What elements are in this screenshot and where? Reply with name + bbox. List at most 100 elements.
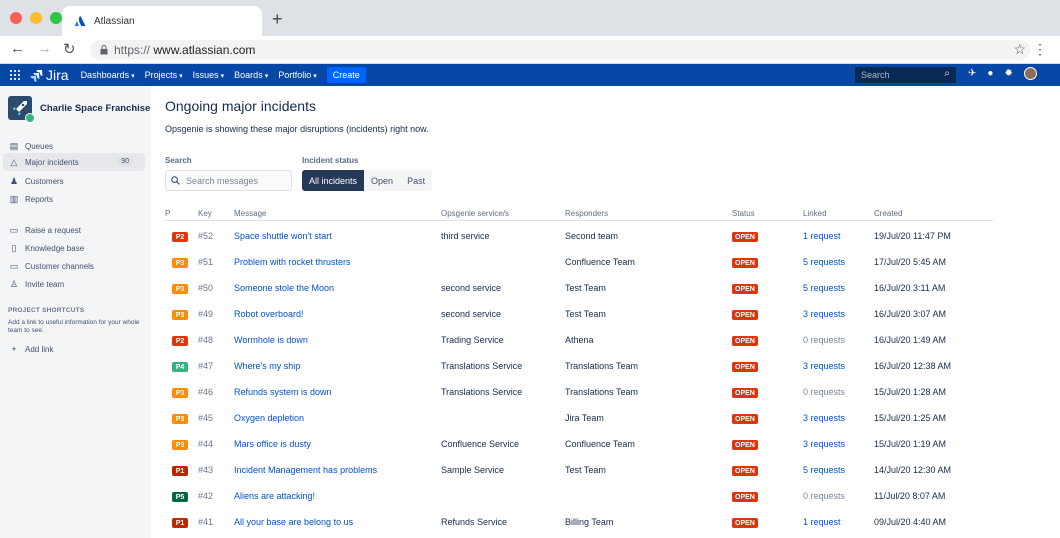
- status-badge: OPEN: [732, 284, 758, 294]
- status-badge: OPEN: [732, 492, 758, 502]
- sidebar-item-raise-request[interactable]: ▭ Raise a request: [3, 221, 145, 239]
- incident-message-link[interactable]: All your base are belong to us: [234, 517, 353, 527]
- responders: Test Team: [565, 309, 606, 319]
- sidebar-item-major-incidents[interactable]: △ Major incidents 90: [3, 153, 145, 171]
- linked-requests[interactable]: 3 requests: [803, 309, 845, 319]
- table-row[interactable]: P1 #43 Incident Management has problems Sam…: [165, 457, 993, 483]
- linked-requests[interactable]: 3 requests: [803, 413, 845, 423]
- bookmark-star-icon[interactable]: ☆: [1013, 41, 1026, 58]
- search-icon: ⌕: [944, 68, 950, 79]
- browser-tab[interactable]: Atlassian: [62, 6, 262, 36]
- close-window-button[interactable]: [10, 12, 22, 24]
- status-badge: OPEN: [732, 466, 758, 476]
- table-row[interactable]: P2 #48 Wormhole is down Trading Service Athe…: [165, 327, 993, 353]
- help-icon[interactable]: ●: [987, 68, 993, 80]
- url-field[interactable]: https:// www.atlassian.com: [90, 40, 1030, 60]
- menu-portfolio[interactable]: Portfolio ▾: [278, 70, 317, 80]
- linked-requests[interactable]: 3 requests: [803, 361, 845, 371]
- incident-key: #41: [198, 517, 214, 527]
- column-header-created[interactable]: Created: [874, 209, 902, 218]
- column-header-key[interactable]: Key: [198, 209, 212, 218]
- column-header-service[interactable]: Opsgenie service/s: [441, 209, 509, 218]
- responders: Translations Team: [565, 387, 639, 397]
- table-row[interactable]: P5 #42 Aliens are attacking! OPEN 0 requests…: [165, 483, 993, 509]
- incident-message-link[interactable]: Wormhole is down: [234, 335, 308, 345]
- incident-message-link[interactable]: Mars office is dusty: [234, 439, 311, 449]
- incident-message-link[interactable]: Oxygen depletion: [234, 413, 304, 423]
- table-row[interactable]: P3 #51 Problem with rocket thrusters Conflu…: [165, 249, 993, 275]
- reload-icon[interactable]: ↻: [63, 40, 76, 58]
- sidebar-item-customer-channels[interactable]: ▭ Customer channels: [3, 257, 145, 275]
- search-icon: [171, 176, 180, 185]
- column-header-message[interactable]: Message: [234, 209, 266, 218]
- jira-logo-text: Jira: [46, 67, 69, 83]
- table-row[interactable]: P3 #50 Someone stole the Moon second servic…: [165, 275, 993, 301]
- linked-requests[interactable]: 3 requests: [803, 439, 845, 449]
- column-header-status[interactable]: Status: [732, 209, 755, 218]
- status-badge: OPEN: [732, 388, 758, 398]
- create-button[interactable]: Create: [326, 67, 366, 83]
- incident-message-link[interactable]: Problem with rocket thrusters: [234, 257, 351, 267]
- search-messages-input[interactable]: Search messages: [165, 170, 292, 191]
- project-header[interactable]: Charlie Space Franchise: [8, 96, 151, 123]
- shortcuts-text: Add a link to useful information for you…: [8, 319, 140, 334]
- incident-key: #46: [198, 387, 214, 397]
- responders: Confluence Team: [565, 439, 635, 449]
- jira-search-input[interactable]: Search ⌕: [855, 67, 956, 83]
- created-date: 14/Jul/20 12:30 AM: [874, 465, 952, 475]
- url-protocol: https://: [114, 43, 151, 57]
- table-row[interactable]: P3 #45 Oxygen depletion Jira Team OPEN 3 requ…: [165, 405, 993, 431]
- incident-message-link[interactable]: Robot overboard!: [234, 309, 304, 319]
- gear-icon[interactable]: ✹: [1004, 68, 1012, 80]
- new-tab-button[interactable]: +: [272, 9, 283, 30]
- responders: Translations Team: [565, 361, 639, 371]
- linked-requests[interactable]: 1 request: [803, 517, 841, 527]
- forward-arrow-icon[interactable]: →: [37, 40, 52, 57]
- table-row[interactable]: P3 #46 Refunds system is down Translations …: [165, 379, 993, 405]
- incident-message-link[interactable]: Incident Management has problems: [234, 465, 377, 475]
- incident-key: #44: [198, 439, 214, 449]
- table-row[interactable]: P4 #47 Where's my ship Translations Service…: [165, 353, 993, 379]
- created-date: 15/Jul/20 1:19 AM: [874, 439, 947, 449]
- sidebar-item-knowledge-base[interactable]: ▯ Knowledge base: [3, 239, 145, 257]
- sidebar-item-customers[interactable]: ♟ Customers: [3, 172, 145, 190]
- filter-open[interactable]: Open: [364, 170, 401, 191]
- linked-requests[interactable]: 1 request: [803, 231, 841, 241]
- minimize-window-button[interactable]: [30, 12, 42, 24]
- incident-message-link[interactable]: Someone stole the Moon: [234, 283, 334, 293]
- incident-message-link[interactable]: Space shuttle won't start: [234, 231, 332, 241]
- menu-issues[interactable]: Issues ▾: [193, 70, 225, 80]
- sidebar-item-reports[interactable]: ▥ Reports: [3, 190, 145, 208]
- table-row[interactable]: P3 #44 Mars office is dusty Confluence Serv…: [165, 431, 993, 457]
- tab-title: Atlassian: [94, 15, 135, 27]
- user-avatar[interactable]: [1023, 67, 1037, 80]
- linked-requests[interactable]: 5 requests: [803, 257, 845, 267]
- column-header-responders[interactable]: Responders: [565, 209, 608, 218]
- table-row[interactable]: P1 #41 All your base are belong to us Refun…: [165, 509, 993, 535]
- menu-boards[interactable]: Boards ▾: [234, 70, 268, 80]
- column-header-linked[interactable]: Linked: [803, 209, 827, 218]
- filter-past[interactable]: Past: [400, 170, 433, 191]
- maximize-window-button[interactable]: [50, 12, 62, 24]
- sidebar-item-invite-team[interactable]: ♙ Invite team: [3, 275, 145, 293]
- incident-message-link[interactable]: Where's my ship: [234, 361, 300, 371]
- linked-requests[interactable]: 5 requests: [803, 465, 845, 475]
- app-switcher-icon[interactable]: [10, 70, 20, 80]
- column-header-priority[interactable]: P: [165, 209, 170, 218]
- project-name: Charlie Space Franchise: [40, 102, 151, 114]
- incident-message-link[interactable]: Aliens are attacking!: [234, 491, 315, 501]
- megaphone-icon[interactable]: ✈: [968, 68, 976, 80]
- table-row[interactable]: P3 #49 Robot overboard! second service Test …: [165, 301, 993, 327]
- linked-requests[interactable]: 5 requests: [803, 283, 845, 293]
- back-arrow-icon[interactable]: ←: [10, 40, 25, 57]
- jira-logo[interactable]: Jira: [30, 67, 69, 83]
- add-link-button[interactable]: + Add link: [3, 340, 145, 358]
- monitor-icon: ▭: [9, 260, 19, 271]
- menu-dashboards[interactable]: Dashboards ▾: [81, 70, 135, 80]
- filter-all-incidents[interactable]: All incidents: [302, 170, 365, 191]
- menu-projects[interactable]: Projects ▾: [145, 70, 183, 80]
- incident-message-link[interactable]: Refunds system is down: [234, 387, 332, 397]
- linked-requests: 0 requests: [803, 387, 846, 397]
- table-row[interactable]: P2 #52 Space shuttle won't start third serv…: [165, 223, 993, 249]
- browser-menu-icon[interactable]: ⋮: [1033, 41, 1047, 58]
